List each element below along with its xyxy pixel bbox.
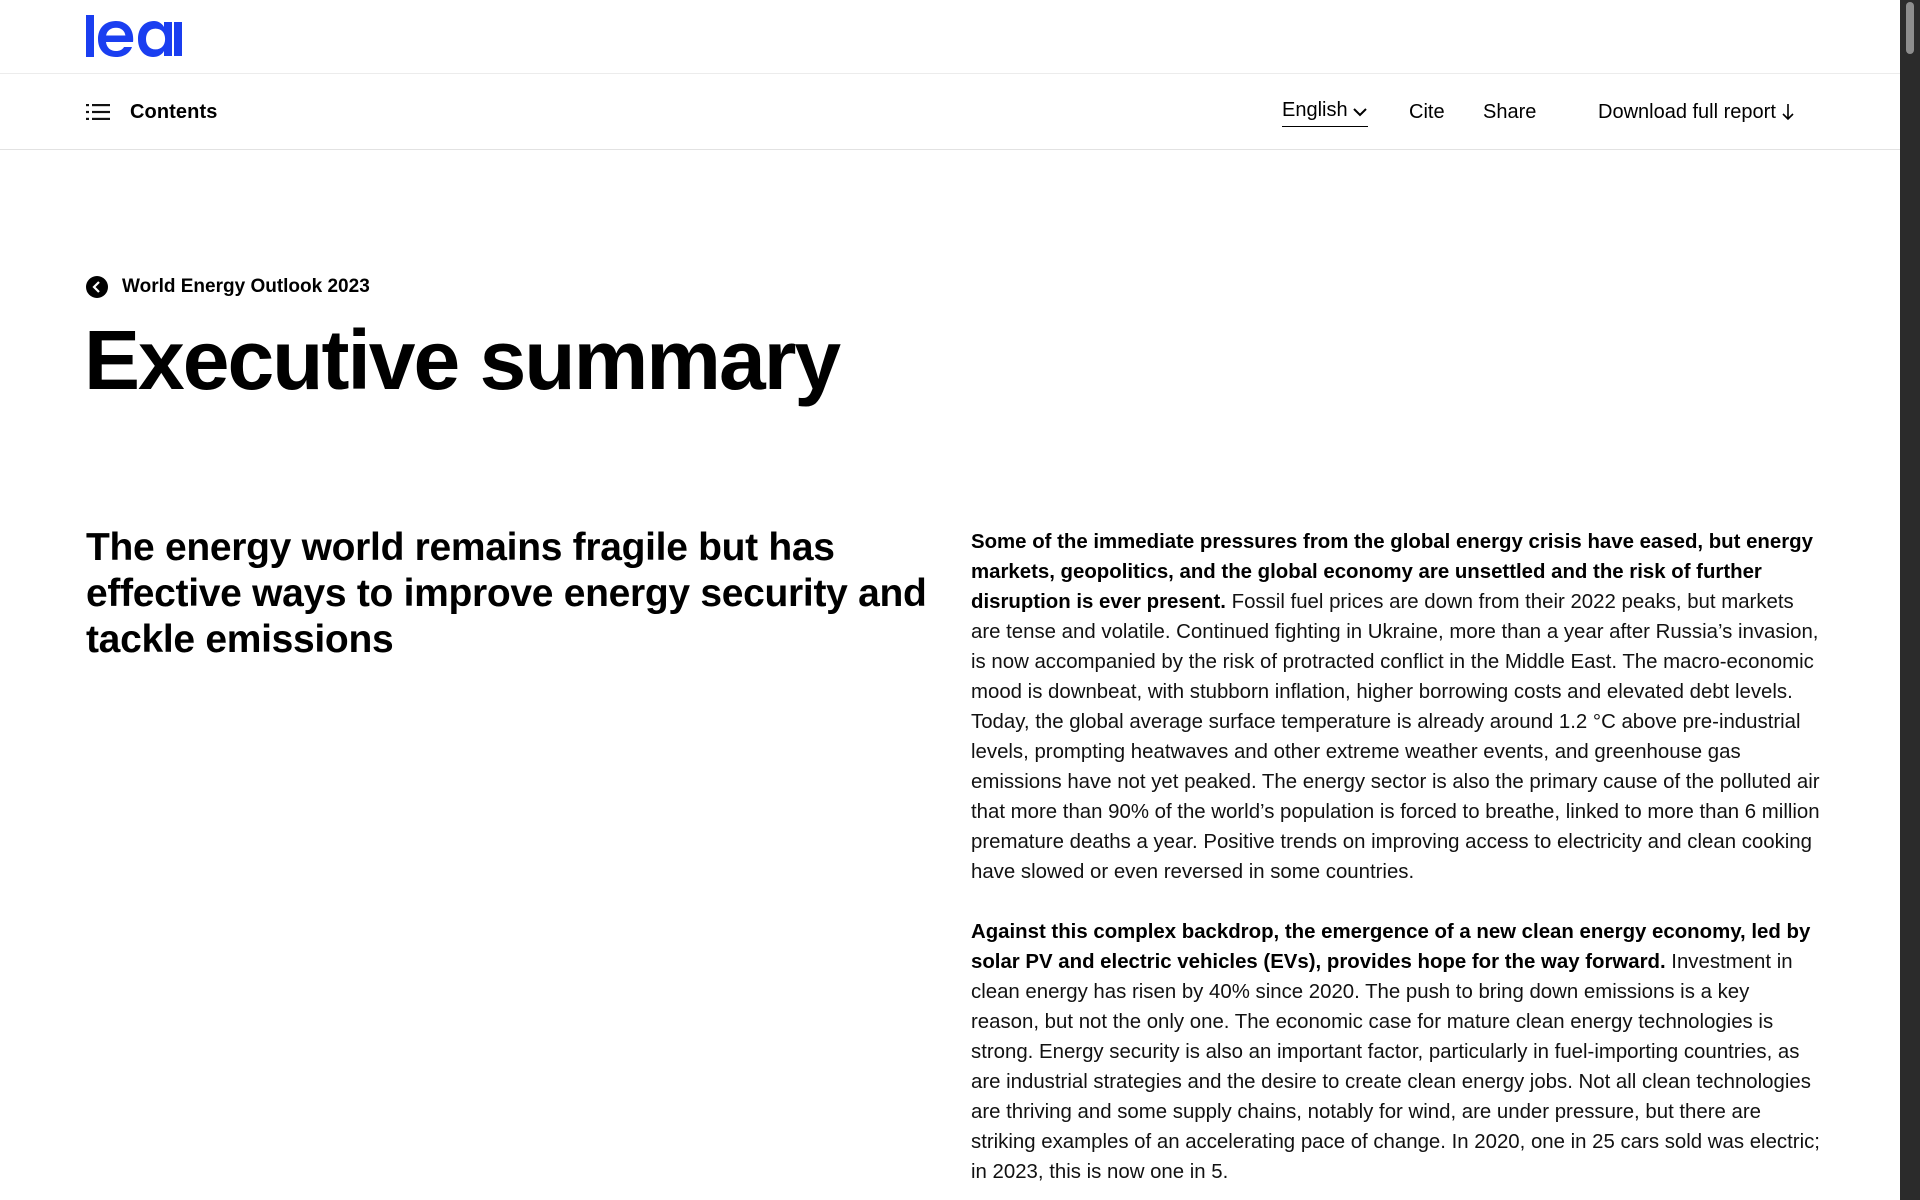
download-label: Download full report: [1598, 100, 1776, 123]
report-toolbar: Contents English Cite Share Download ful…: [0, 75, 1900, 150]
body-paragraph: Some of the immediate pressures from the…: [971, 527, 1821, 887]
section-heading: The energy world remains fragile but has…: [86, 526, 927, 661]
language-selector[interactable]: English: [1282, 97, 1368, 127]
iea-logo-icon[interactable]: [86, 15, 188, 57]
cite-button[interactable]: Cite: [1409, 97, 1445, 127]
paragraph-text: Investment in clean energy has risen by …: [971, 951, 1820, 1183]
contents-button[interactable]: Contents: [86, 97, 217, 127]
scrollbar-thumb[interactable]: [1906, 2, 1914, 54]
scrollbar-track[interactable]: [1900, 0, 1920, 1200]
breadcrumb-back-link[interactable]: World Energy Outlook 2023: [86, 273, 370, 301]
arrow-down-icon: [1782, 104, 1794, 121]
list-icon: [86, 104, 110, 120]
contents-label: Contents: [130, 100, 218, 123]
summary-body: Some of the immediate pressures from the…: [971, 527, 1821, 1200]
paragraph-text: Fossil fuel prices are down from their 2…: [971, 591, 1820, 883]
download-report-button[interactable]: Download full report: [1598, 97, 1794, 127]
chevron-left-circle-icon: [86, 276, 108, 298]
share-button[interactable]: Share: [1483, 97, 1536, 127]
top-header: [0, 0, 1900, 74]
page: Contents English Cite Share Download ful…: [0, 0, 1920, 1200]
chevron-down-icon: [1352, 107, 1367, 116]
page-title: Executive summary: [84, 313, 841, 407]
body-paragraph: Against this complex backdrop, the emerg…: [971, 917, 1821, 1187]
language-label: English: [1282, 99, 1348, 121]
breadcrumb-label: World Energy Outlook 2023: [122, 276, 370, 297]
